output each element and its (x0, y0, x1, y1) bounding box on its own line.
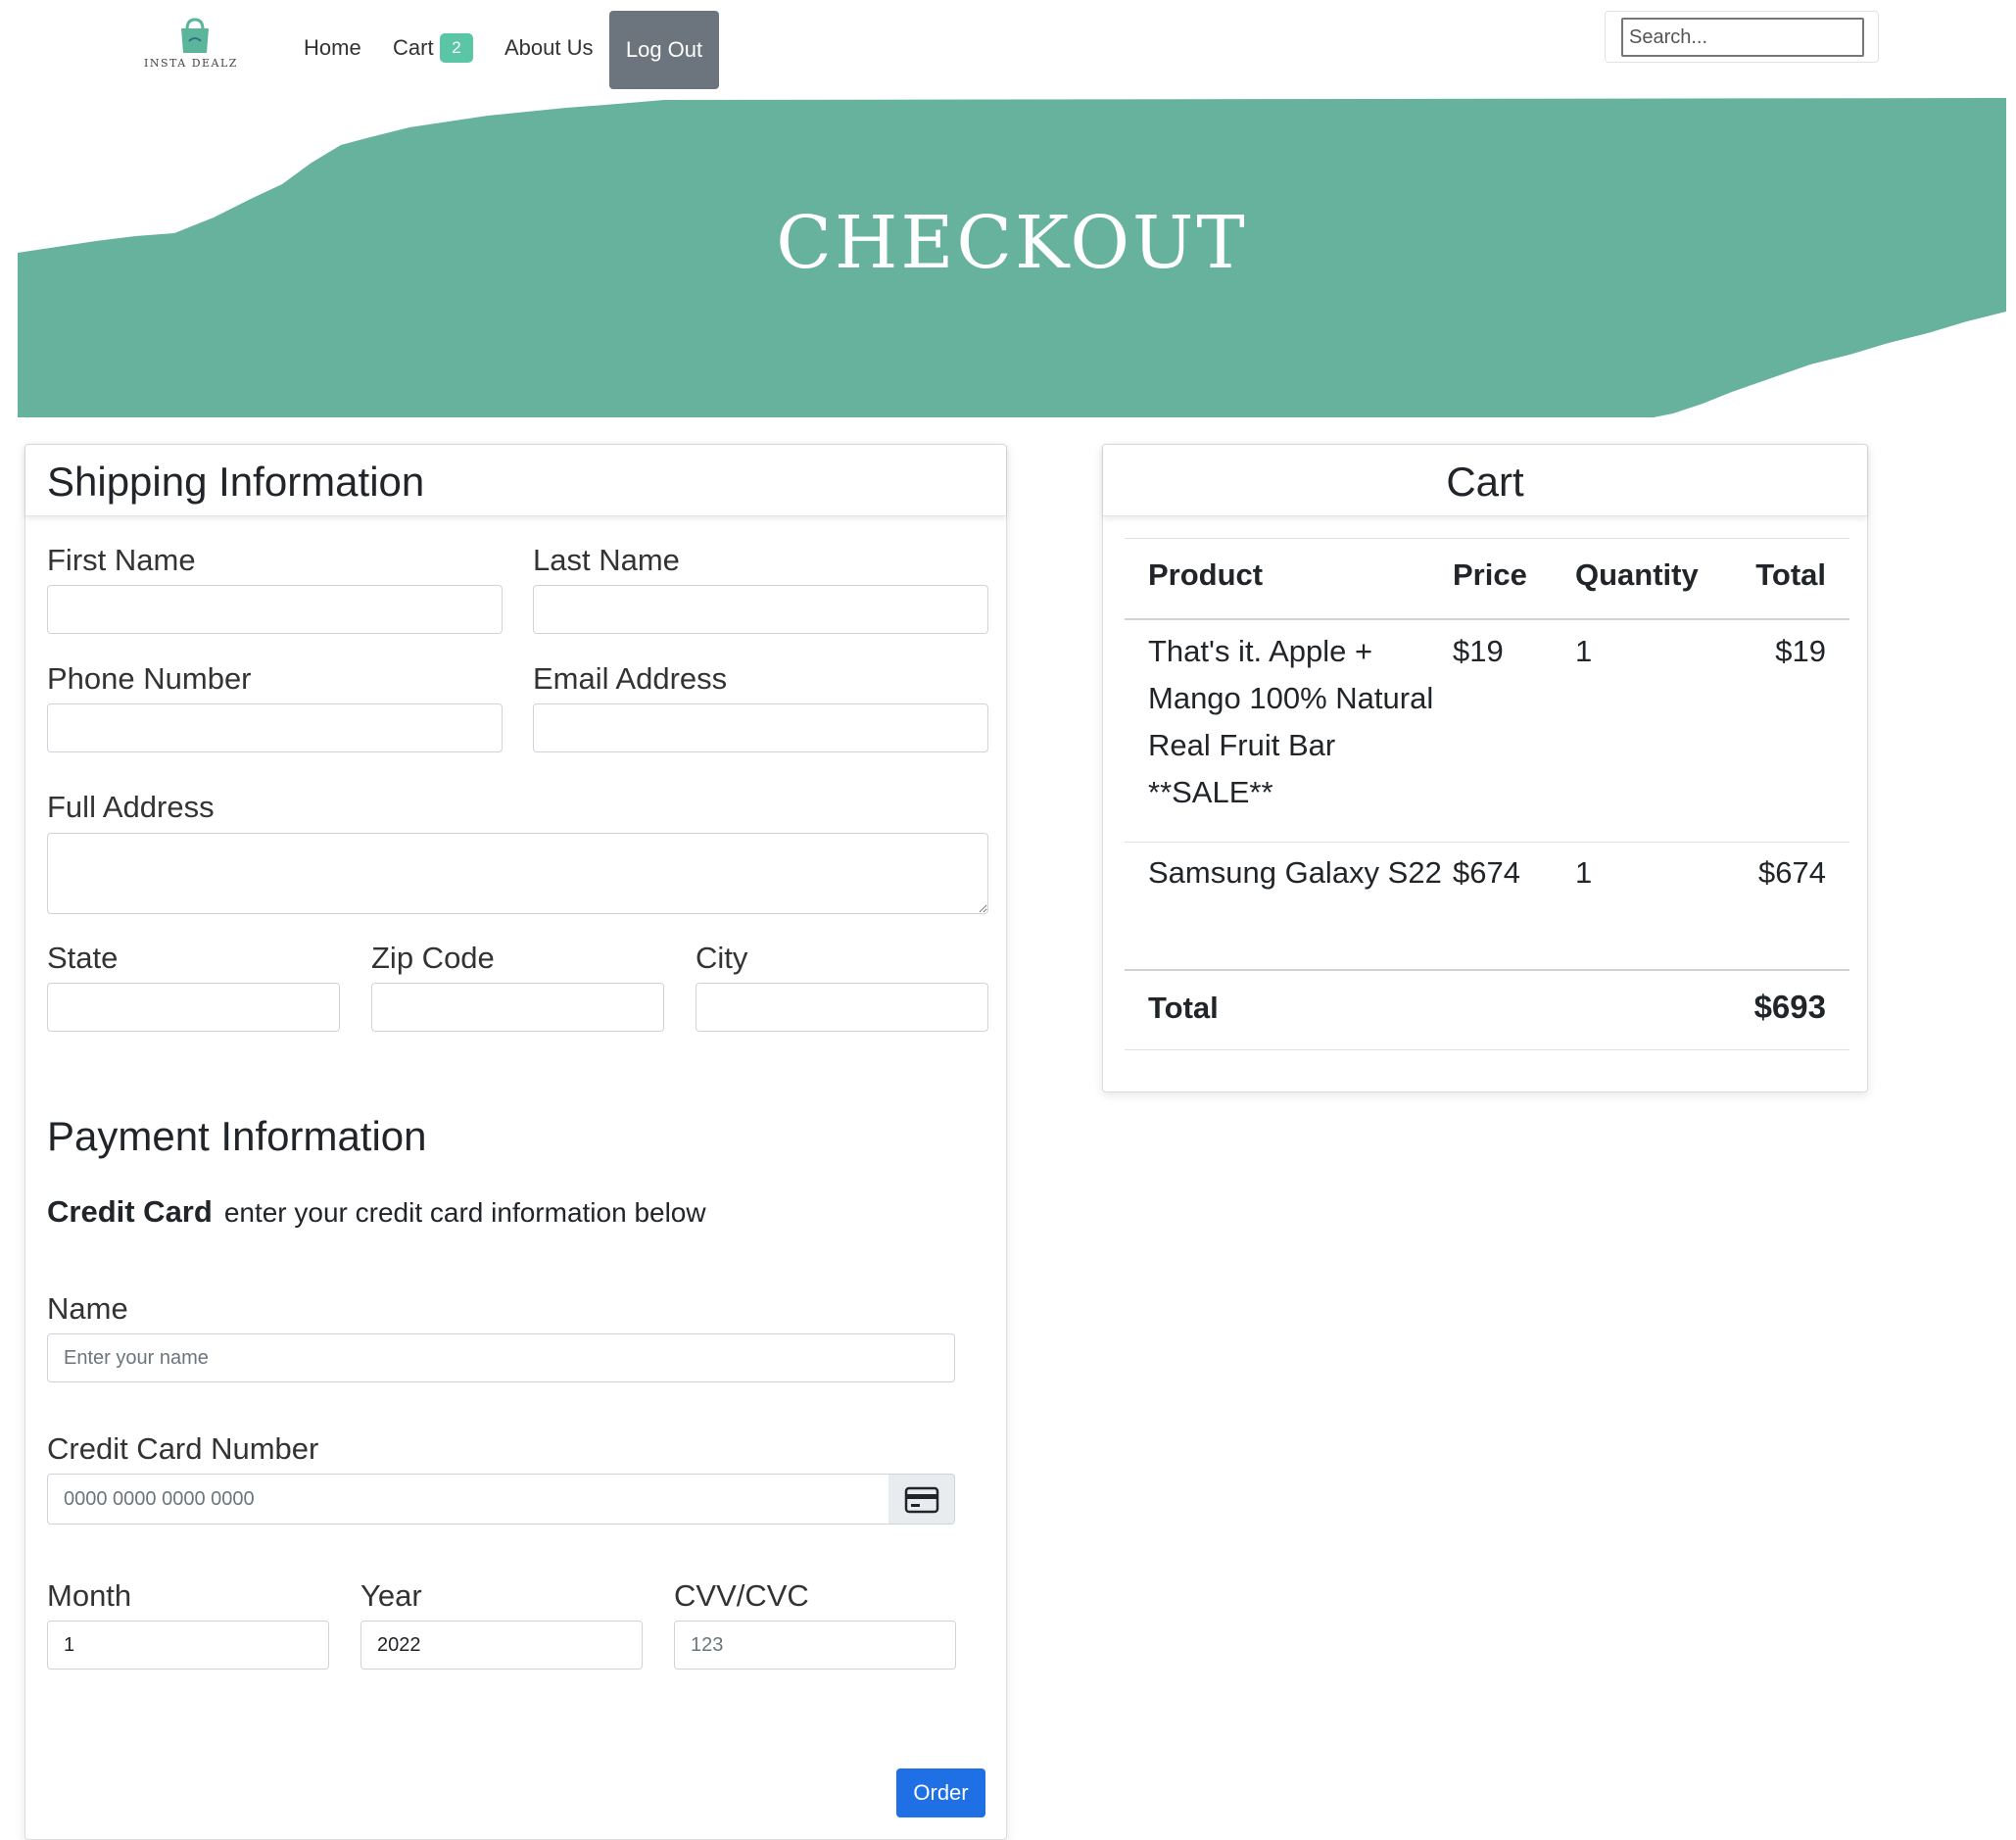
zip-field[interactable] (371, 983, 664, 1032)
email-field[interactable] (533, 703, 988, 752)
phone-field[interactable] (47, 703, 503, 752)
logo-text: INSTA DEALZ (144, 57, 238, 70)
city-label: City (696, 941, 748, 975)
card-icon-addon (888, 1474, 955, 1525)
nav-home-link[interactable]: Home (304, 35, 361, 61)
table-row-quantity: 1 (1575, 855, 1593, 890)
search-form (1605, 11, 1879, 63)
shipping-card-header: Shipping Information (25, 445, 1006, 516)
cart-total-value: $693 (1753, 989, 1826, 1025)
cvv-label: CVV/CVC (674, 1578, 809, 1613)
payment-method-row: Credit Card enter your credit card inform… (47, 1194, 706, 1230)
header-divider (1125, 618, 1849, 620)
address-field[interactable] (47, 833, 988, 914)
last-name-label: Last Name (533, 543, 680, 577)
table-row-total: $674 (1758, 855, 1826, 890)
checkout-banner: CHECKOUT (18, 98, 2006, 417)
logout-button[interactable]: Log Out (609, 11, 719, 89)
search-input[interactable] (1621, 18, 1864, 57)
table-row-price: $674 (1453, 855, 1520, 890)
row-divider (1125, 842, 1849, 843)
cart-card-header: Cart (1103, 445, 1867, 516)
total-column-header: Total (1755, 557, 1826, 592)
phone-label: Phone Number (47, 661, 252, 696)
card-number-label: Credit Card Number (47, 1431, 319, 1466)
state-label: State (47, 941, 119, 975)
table-row-quantity: 1 (1575, 634, 1593, 668)
payment-instruction: enter your credit card information below (223, 1197, 706, 1228)
product-column-header: Product (1148, 557, 1264, 592)
shipping-card: Shipping Information First Name Last Nam… (24, 444, 1007, 1840)
city-field[interactable] (696, 983, 988, 1032)
price-column-header: Price (1453, 557, 1527, 592)
order-button[interactable]: Order (896, 1768, 985, 1817)
shopping-bag-icon (181, 18, 209, 53)
cvv-field[interactable] (674, 1621, 956, 1670)
address-label: Full Address (47, 790, 215, 824)
nav-about-link[interactable]: About Us (504, 35, 594, 61)
credit-card-icon (904, 1486, 939, 1514)
card-name-label: Name (47, 1291, 128, 1326)
table-divider (1125, 538, 1849, 539)
first-name-field[interactable] (47, 585, 503, 634)
month-field[interactable] (47, 1621, 329, 1670)
cart-count-badge: 2 (440, 33, 473, 63)
table-row-product: Samsung Galaxy S22 (1148, 855, 1442, 890)
month-label: Month (47, 1578, 132, 1613)
shipping-title: Shipping Information (47, 459, 425, 505)
cart-card: Cart Product Price Quantity Total That's… (1102, 444, 1868, 1092)
state-field[interactable] (47, 983, 340, 1032)
payment-method-label: Credit Card (47, 1194, 213, 1229)
table-row-total: $19 (1775, 634, 1826, 668)
last-name-field[interactable] (533, 585, 988, 634)
table-row-product: That's it. Apple + Mango 100% Natural Re… (1148, 634, 1434, 809)
year-label: Year (360, 1578, 422, 1613)
card-number-field[interactable] (47, 1474, 889, 1525)
first-name-label: First Name (47, 543, 196, 577)
page-title: CHECKOUT (776, 201, 1248, 285)
table-row-price: $19 (1453, 634, 1504, 668)
table-bottom-divider (1125, 1049, 1849, 1050)
logo[interactable]: INSTA DEALZ (142, 16, 240, 76)
quantity-column-header: Quantity (1575, 557, 1699, 592)
year-field[interactable] (360, 1621, 643, 1670)
cart-title: Cart (1446, 459, 1524, 505)
card-name-field[interactable] (47, 1333, 955, 1382)
payment-title: Payment Information (47, 1113, 427, 1159)
zip-label: Zip Code (371, 941, 495, 975)
email-label: Email Address (533, 661, 728, 696)
nav-cart-link[interactable]: Cart (393, 35, 434, 61)
cart-total-label: Total (1148, 991, 1219, 1025)
total-divider (1125, 969, 1849, 971)
navbar: INSTA DEALZ Home Cart 2 About Us Log Out (0, 0, 2016, 98)
